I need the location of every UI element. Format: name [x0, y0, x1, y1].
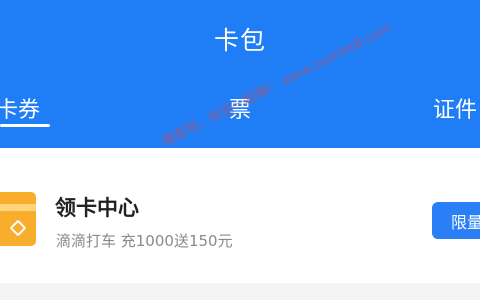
card-icon — [0, 192, 36, 246]
tab-documents[interactable]: 证件 — [433, 92, 477, 124]
diamond-icon — [9, 219, 27, 237]
card-center-item[interactable]: 领卡中心 滴滴打车 充1000送150元 限量 — [0, 148, 480, 283]
limited-button[interactable]: 限量 — [432, 202, 480, 239]
tab-coupons[interactable]: 卡券 — [0, 92, 40, 124]
header-bar: 卡包 卡券 票 证件 — [0, 0, 480, 148]
active-tab-indicator — [0, 124, 50, 127]
page-title: 卡包 — [213, 26, 266, 55]
card-title: 领卡中心 — [55, 196, 139, 220]
card-subtitle: 滴滴打车 充1000送150元 — [56, 232, 233, 250]
tab-tickets[interactable]: 票 — [229, 92, 251, 124]
